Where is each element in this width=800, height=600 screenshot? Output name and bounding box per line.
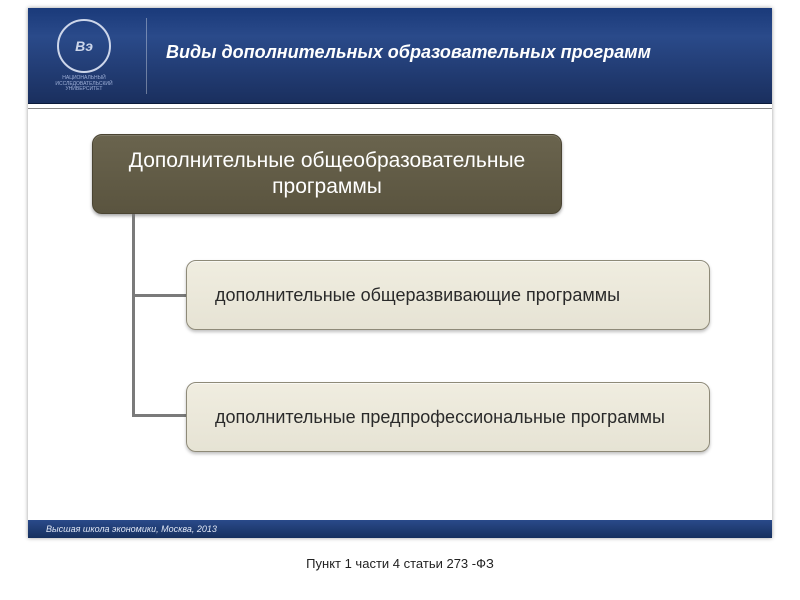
slide: Вэ НАЦИОНАЛЬНЫЙ ИССЛЕДОВАТЕЛЬСКИЙ УНИВЕР… [28, 8, 772, 538]
logo: Вэ НАЦИОНАЛЬНЫЙ ИССЛЕДОВАТЕЛЬСКИЙ УНИВЕР… [28, 8, 140, 104]
connector-vertical [132, 214, 135, 416]
header-divider [146, 18, 147, 94]
caption: Пункт 1 части 4 статьи 273 -ФЗ [0, 556, 800, 571]
footer-bar: Высшая школа экономики, Москва, 2013 [28, 520, 772, 538]
connector-horizontal-1 [132, 294, 186, 297]
logo-text: Вэ [75, 39, 93, 53]
diagram-child-box-1: дополнительные общеразвивающие программы [186, 260, 710, 330]
logo-subtitle: НАЦИОНАЛЬНЫЙ ИССЛЕДОВАТЕЛЬСКИЙ УНИВЕРСИТ… [39, 76, 129, 93]
diagram-child-text-2: дополнительные предпрофессиональные прог… [215, 407, 665, 428]
slide-title: Виды дополнительных образовательных прог… [166, 42, 651, 63]
diagram-child-text-1: дополнительные общеразвивающие программы [215, 285, 620, 306]
logo-emblem: Вэ [57, 19, 111, 73]
diagram-parent-text: Дополнительные общеобразовательные прогр… [113, 148, 541, 201]
diagram-child-box-2: дополнительные предпрофессиональные прог… [186, 382, 710, 452]
horizontal-rule [28, 108, 772, 109]
diagram-parent-box: Дополнительные общеобразовательные прогр… [92, 134, 562, 214]
connector-horizontal-2 [132, 414, 186, 417]
header-bar: Вэ НАЦИОНАЛЬНЫЙ ИССЛЕДОВАТЕЛЬСКИЙ УНИВЕР… [28, 8, 772, 104]
content-area: Дополнительные общеобразовательные прогр… [28, 112, 772, 508]
footer-text: Высшая школа экономики, Москва, 2013 [46, 524, 217, 534]
